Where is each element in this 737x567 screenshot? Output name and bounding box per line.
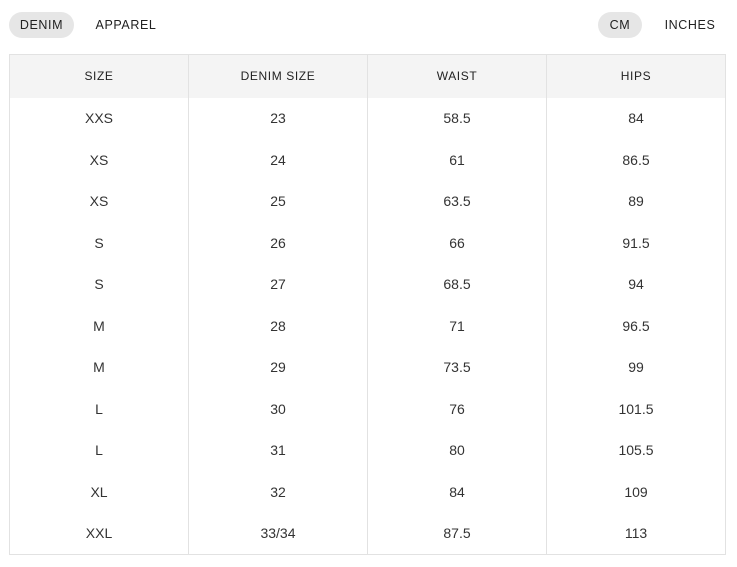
table-row: XS 25 63.5 89 xyxy=(10,180,726,222)
cell-denim-size: 33/34 xyxy=(188,512,368,554)
cell-waist: 68.5 xyxy=(367,263,547,305)
table-row: S 27 68.5 94 xyxy=(10,263,726,305)
cell-hips: 101.5 xyxy=(546,388,726,430)
table-row: L 30 76 101.5 xyxy=(10,388,726,430)
cell-denim-size: 31 xyxy=(188,429,368,471)
cell-hips: 96.5 xyxy=(546,305,726,347)
header-waist: WAIST xyxy=(367,54,547,98)
cell-denim-size: 23 xyxy=(188,97,368,139)
cell-hips: 113 xyxy=(546,512,726,554)
cell-waist: 63.5 xyxy=(367,180,547,222)
header-size: SIZE xyxy=(84,69,114,84)
unit-toggle-inches[interactable]: INCHES xyxy=(654,12,726,38)
table-row: M 29 73.5 99 xyxy=(10,346,726,388)
cell-denim-size: 24 xyxy=(188,139,368,181)
cell-denim-size: 30 xyxy=(188,388,368,430)
cell-waist: 84 xyxy=(367,471,547,513)
tab-apparel[interactable]: APPAREL xyxy=(86,12,166,38)
cell-hips: 91.5 xyxy=(546,222,726,264)
table-row: XXS 23 58.5 84 xyxy=(10,97,726,139)
cell-waist: 73.5 xyxy=(367,346,547,388)
cell-size: XXL xyxy=(85,525,113,541)
size-chart-table: SIZE DENIM SIZE WAIST HIPS XXS 23 58.5 8… xyxy=(9,54,726,555)
cell-denim-size: 32 xyxy=(188,471,368,513)
header-hips: HIPS xyxy=(546,54,726,98)
cell-size: L xyxy=(95,400,103,417)
cell-hips: 86.5 xyxy=(546,139,726,181)
cell-size: M xyxy=(93,317,105,334)
cell-denim-size: 25 xyxy=(188,180,368,222)
table-header: SIZE DENIM SIZE WAIST HIPS xyxy=(9,54,726,98)
cell-denim-size: 26 xyxy=(188,222,368,264)
table-row: XS 24 61 86.5 xyxy=(10,139,726,181)
cell-size: XL xyxy=(90,483,108,500)
cell-size: M xyxy=(93,359,105,376)
cell-size: L xyxy=(95,442,103,459)
cell-size: S xyxy=(94,276,104,293)
cell-size: XXS xyxy=(84,110,113,127)
cell-denim-size: 28 xyxy=(188,305,368,347)
cell-denim-size: 29 xyxy=(188,346,368,388)
table-row: XL 32 84 109 xyxy=(10,471,726,513)
cell-waist: 80 xyxy=(367,429,547,471)
cell-size: S xyxy=(94,234,104,251)
table-row: M 28 71 96.5 xyxy=(10,305,726,347)
size-guide-toolbar: DENIM APPAREL CM INCHES xyxy=(0,0,737,52)
cell-hips: 105.5 xyxy=(546,429,726,471)
cell-hips: 89 xyxy=(546,180,726,222)
cell-waist: 66 xyxy=(367,222,547,264)
cell-size: XS xyxy=(89,193,109,210)
cell-hips: 84 xyxy=(546,97,726,139)
cell-hips: 94 xyxy=(546,263,726,305)
cell-denim-size: 27 xyxy=(188,263,368,305)
table-body: XXS 23 58.5 84 XS 24 61 86.5 XS 25 63.5 … xyxy=(10,97,726,554)
cell-waist: 58.5 xyxy=(367,97,547,139)
table-row: L 31 80 105.5 xyxy=(10,429,726,471)
cell-size: XS xyxy=(89,151,109,168)
cell-hips: 109 xyxy=(546,471,726,513)
table-row: XXL 33/34 87.5 113 xyxy=(10,512,726,554)
cell-waist: 71 xyxy=(367,305,547,347)
cell-hips: 99 xyxy=(546,346,726,388)
cell-waist: 76 xyxy=(367,388,547,430)
unit-toggle-cm[interactable]: CM xyxy=(598,12,642,38)
cell-waist: 87.5 xyxy=(367,512,547,554)
table-row: S 26 66 91.5 xyxy=(10,222,726,264)
cell-waist: 61 xyxy=(367,139,547,181)
header-denim-size: DENIM SIZE xyxy=(188,54,368,98)
tab-denim[interactable]: DENIM xyxy=(9,12,74,38)
header-row: SIZE DENIM SIZE WAIST HIPS xyxy=(9,54,726,98)
